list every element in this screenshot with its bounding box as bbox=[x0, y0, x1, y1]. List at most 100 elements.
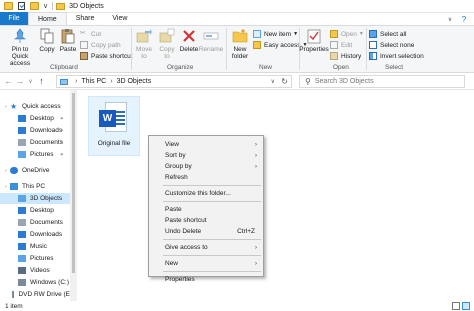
ribbon: Pin to Quick access Copy Paste ✂ Cut Cop… bbox=[0, 26, 474, 73]
menu-item-customize-this-folder[interactable]: Customize this folder... bbox=[165, 188, 261, 198]
ribbon-expand-icon[interactable]: ∨ bbox=[444, 13, 456, 26]
up-arrow-icon[interactable]: ↑ bbox=[36, 76, 47, 86]
menu-item-sort-by[interactable]: Sort by › bbox=[165, 150, 261, 160]
forward-arrow-icon[interactable]: → bbox=[14, 76, 25, 86]
sidebar-item-3d-objects[interactable]: 3D Objects bbox=[0, 193, 70, 204]
new-item-button[interactable]: New item ▼ bbox=[253, 29, 298, 39]
sidebar-item-label: Downloads bbox=[30, 127, 63, 134]
sidebar-item-downloads[interactable]: Downloads bbox=[0, 229, 70, 240]
copy-path-button[interactable]: Copy path bbox=[80, 40, 121, 50]
select-all-label: Select all bbox=[380, 30, 407, 38]
sidebar-item-desktop[interactable]: Desktop bbox=[0, 205, 70, 216]
sidebar-item-documents[interactable]: Documents ✦ bbox=[0, 137, 70, 148]
sidebar-item-downloads[interactable]: Downloads ✦ bbox=[0, 125, 70, 136]
menu-item-properties[interactable]: Properties bbox=[165, 274, 261, 284]
back-arrow-icon[interactable]: ← bbox=[3, 76, 14, 86]
large-icons-view-icon[interactable] bbox=[462, 302, 470, 310]
history-label: History bbox=[341, 52, 362, 60]
invert-selection-button[interactable]: Invert selection bbox=[369, 51, 424, 61]
address-bar[interactable]: › This PC › 3D Objects ∨ ↻ bbox=[56, 75, 292, 88]
move-to-button[interactable]: Move to bbox=[134, 28, 154, 60]
star-icon: ★ bbox=[10, 102, 18, 111]
sidebar-item-dvd-rw-drive-e[interactable]: DVD RW Drive (E bbox=[0, 289, 70, 300]
tab-view[interactable]: View bbox=[103, 12, 136, 25]
properties-quick-access-icon[interactable] bbox=[18, 2, 25, 10]
sidebar-item-documents[interactable]: Documents bbox=[0, 217, 70, 228]
cube-icon bbox=[60, 78, 68, 85]
cut-button[interactable]: ✂ Cut bbox=[80, 29, 101, 39]
sidebar-item-music[interactable]: Music bbox=[0, 241, 70, 252]
menu-item-new[interactable]: New › bbox=[165, 258, 261, 268]
breadcrumb-3d-objects[interactable]: 3D Objects bbox=[117, 78, 152, 85]
file-list[interactable]: W Original file bbox=[78, 90, 474, 301]
expand-chevron-icon[interactable]: › bbox=[2, 104, 10, 110]
menu-item-group-by[interactable]: Group by › bbox=[165, 161, 261, 171]
tab-share[interactable]: Share bbox=[67, 12, 104, 25]
sidebar-item-onedrive[interactable]: › OneDrive bbox=[0, 165, 70, 176]
sidebar-item-label: Pictures bbox=[30, 255, 54, 262]
menu-item-give-access-to[interactable]: Give access to › bbox=[165, 242, 261, 252]
details-view-icon[interactable] bbox=[452, 302, 460, 310]
sidebar-item-videos[interactable]: Videos bbox=[0, 265, 70, 276]
item-count: 1 item bbox=[5, 302, 23, 310]
menu-separator bbox=[163, 201, 261, 202]
recent-locations-chevron-icon[interactable]: ∨ bbox=[25, 78, 36, 85]
rename-button[interactable]: Rename bbox=[199, 28, 223, 53]
menu-item-view[interactable]: View › bbox=[165, 139, 261, 149]
pictures-icon bbox=[18, 151, 26, 158]
new-folder-quick-access-icon[interactable] bbox=[30, 2, 39, 10]
pin-quick-access-button[interactable]: Pin to Quick access bbox=[3, 28, 37, 67]
breadcrumb-chevron-icon[interactable]: › bbox=[75, 78, 77, 85]
tab-home[interactable]: Home bbox=[28, 12, 67, 25]
chevron-down-icon[interactable]: ∨ bbox=[43, 2, 48, 10]
help-icon[interactable]: ? bbox=[458, 13, 470, 26]
sidebar-item-pictures[interactable]: Pictures bbox=[0, 253, 70, 264]
edit-icon bbox=[330, 41, 338, 49]
history-button[interactable]: History bbox=[330, 51, 361, 61]
menu-item-label: Undo Delete bbox=[165, 227, 202, 235]
window-folder-icon bbox=[56, 2, 66, 10]
edit-label: Edit bbox=[341, 41, 353, 49]
menu-item-refresh[interactable]: Refresh bbox=[165, 172, 261, 182]
search-icon: ⚲ bbox=[305, 77, 311, 86]
refresh-icon[interactable]: ↻ bbox=[281, 77, 288, 86]
sidebar-item-pictures[interactable]: Pictures ✦ bbox=[0, 149, 70, 160]
file-item[interactable]: W Original file bbox=[88, 96, 140, 156]
expand-chevron-icon[interactable]: › bbox=[2, 168, 10, 174]
search-box[interactable]: ⚲ Search 3D Objects bbox=[299, 75, 465, 88]
sidebar-item-windows-c[interactable]: Windows (C:) bbox=[0, 277, 70, 288]
submenu-arrow-icon: › bbox=[254, 162, 257, 170]
expand-chevron-icon[interactable]: › bbox=[2, 184, 10, 190]
properties-button[interactable]: Properties bbox=[299, 28, 329, 53]
nav-scrollbar-thumb[interactable] bbox=[72, 93, 75, 273]
edit-button[interactable]: Edit bbox=[330, 40, 352, 50]
menu-item-label: View bbox=[165, 140, 179, 148]
address-dropdown-icon[interactable]: ∨ bbox=[271, 78, 275, 85]
sidebar-item-this-pc[interactable]: › This PC bbox=[0, 181, 70, 192]
breadcrumb-this-pc[interactable]: This PC bbox=[81, 78, 106, 85]
copy-to-button[interactable]: Copy to bbox=[157, 28, 177, 60]
menu-item-undo-delete[interactable]: Undo Delete Ctrl+Z bbox=[165, 226, 261, 236]
sidebar-item-quick-access[interactable]: › ★ Quick access bbox=[0, 101, 70, 112]
menu-item-paste[interactable]: Paste bbox=[165, 204, 261, 214]
delete-button[interactable]: Delete bbox=[179, 28, 199, 53]
sidebar-item-label: 3D Objects bbox=[30, 195, 63, 202]
breadcrumb-chevron-icon[interactable]: › bbox=[110, 78, 112, 85]
copy-button[interactable]: Copy bbox=[38, 28, 56, 53]
view-buttons bbox=[450, 302, 470, 310]
menu-item-paste-shortcut[interactable]: Paste shortcut bbox=[165, 215, 261, 225]
copy-label: Copy bbox=[39, 46, 55, 53]
open-button[interactable]: Open ▼ bbox=[330, 29, 364, 39]
sidebar-item-desktop[interactable]: Desktop ✦ bbox=[0, 113, 70, 124]
paste-button[interactable]: Paste bbox=[58, 28, 78, 53]
clipboard-group-label: Clipboard bbox=[50, 64, 78, 71]
group-separator bbox=[226, 28, 227, 70]
select-none-button[interactable]: Select none bbox=[369, 40, 414, 50]
paste-shortcut-button[interactable]: Paste shortcut bbox=[80, 51, 133, 61]
new-folder-button[interactable]: New folder bbox=[229, 28, 251, 60]
tab-file[interactable]: File bbox=[0, 12, 28, 25]
select-all-button[interactable]: Select all bbox=[369, 29, 406, 39]
title-separator bbox=[52, 2, 54, 10]
group-separator bbox=[131, 28, 132, 70]
nav-scrollbar[interactable] bbox=[70, 90, 77, 311]
